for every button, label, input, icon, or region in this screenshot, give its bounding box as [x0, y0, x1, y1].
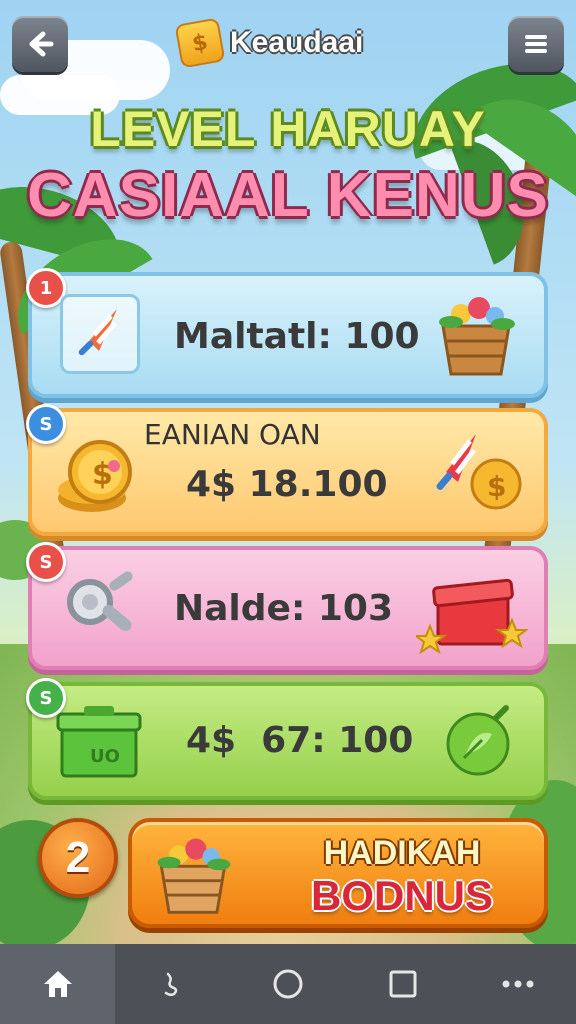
home-icon [43, 971, 72, 997]
flower-basket-icon [148, 828, 238, 920]
bonus-subtitle: BODNUS [310, 872, 493, 919]
more-icon [502, 980, 534, 988]
brand-name: Keaudaai [230, 26, 364, 59]
box-label: UO [90, 746, 120, 767]
title-line-2: CASIAAL KENUS [27, 161, 549, 230]
level-badge: 2 [38, 818, 118, 898]
coin-stack-icon: $ [52, 432, 142, 522]
reward-card-2[interactable]: S $ EANIAN OAN 4$ 18.100 $ [26, 404, 548, 536]
square-icon [389, 970, 417, 998]
card-value: Nalde: 103 [174, 588, 394, 629]
rocket-popsicle-icon [60, 294, 140, 374]
green-bomb-icon [438, 698, 524, 784]
menu-button[interactable] [508, 16, 564, 72]
arrow-left-icon [29, 31, 54, 57]
card-value: 4$ 18.100 [186, 464, 388, 505]
back-button[interactable] [12, 16, 68, 72]
bonus-title: HADIKAH [323, 834, 481, 872]
nav-home[interactable] [0, 944, 116, 1024]
nav-recents[interactable] [346, 944, 461, 1024]
reward-card-4[interactable]: S UO 4$ 67: 100 [26, 678, 548, 800]
brand: $ Keaudaai [174, 17, 364, 69]
title-line-1: LEVEL HARUAY [90, 101, 486, 157]
system-navigation-bar [0, 944, 576, 1024]
reward-card-3[interactable]: S Nalde: 103 [26, 542, 548, 670]
svg-text:$: $ [487, 470, 506, 503]
coin-logo-icon: $ [174, 17, 226, 69]
hamburger-icon [525, 35, 547, 53]
nav-more[interactable] [461, 944, 576, 1024]
magnifier-icon [60, 566, 144, 650]
red-chest-icon [416, 564, 528, 654]
nav-back[interactable] [115, 944, 230, 1024]
flower-basket-icon [430, 286, 522, 382]
bonus-button[interactable]: HADIKAH BODNUS [128, 818, 548, 928]
card-value: 4$ 67: 100 [186, 720, 414, 761]
rocket-and-coin-icon: $ [424, 428, 524, 518]
reward-card-1[interactable]: 1 Maltatl: 100 [26, 268, 548, 398]
card-label: EANIAN OAN [144, 418, 321, 451]
green-box-icon: UO [54, 700, 144, 784]
back-gesture-icon [164, 972, 178, 997]
card-value: Maltatl: 100 [174, 316, 420, 357]
nav-home-circle[interactable] [230, 944, 345, 1024]
circle-icon [273, 969, 303, 999]
